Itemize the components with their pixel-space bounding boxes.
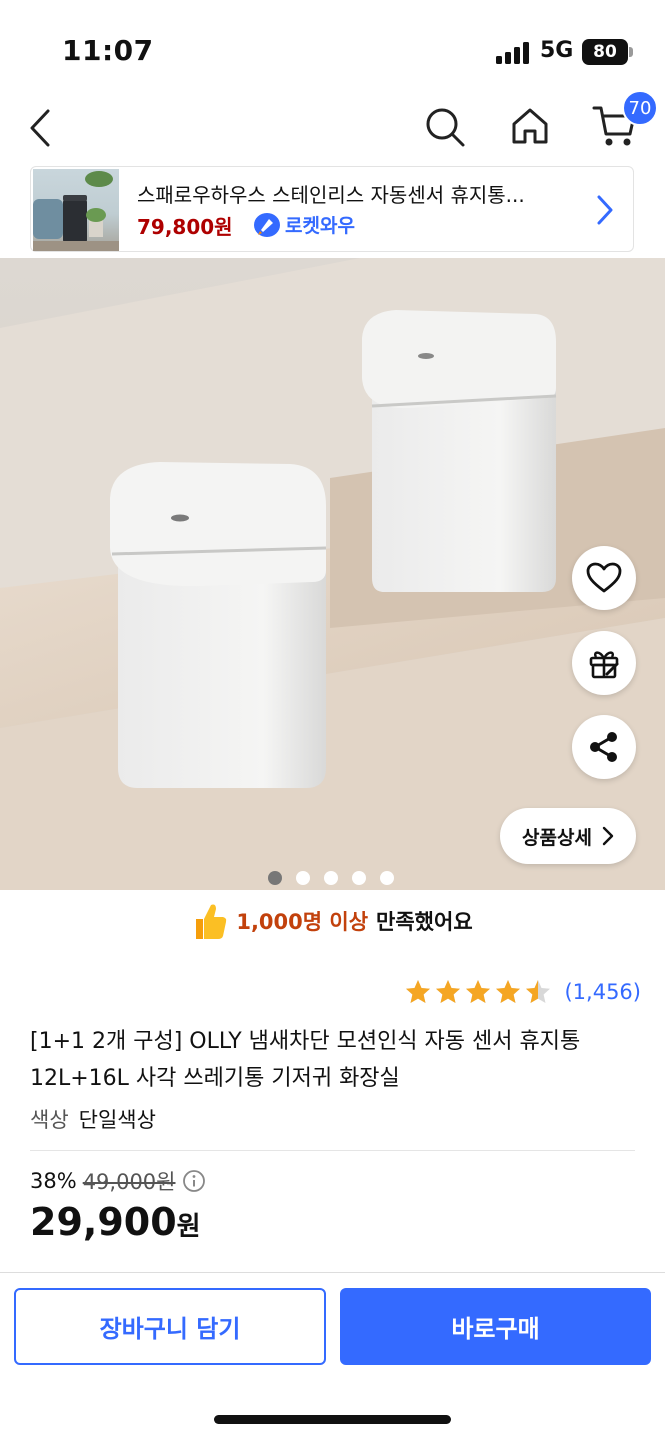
star-icon [436,980,461,1003]
heart-icon [586,562,622,593]
chevron-right-icon [597,195,613,225]
banner-product-thumbnail [33,169,119,251]
bottom-bar-divider [0,1272,665,1273]
option-label: 색상 [30,1108,69,1132]
status-time: 11:07 [62,34,154,67]
home-indicator [214,1415,451,1424]
star-icon [406,980,431,1003]
product-image-carousel[interactable] [0,258,665,890]
carousel-dot[interactable] [352,871,366,885]
battery-level: 80 [593,42,617,62]
star-icon [526,980,551,1003]
sale-price: 29,900원 [30,1200,201,1244]
review-count[interactable]: (1,456) [564,980,641,1004]
satisfaction-banner: 1,000명 이상 만족했어요 [0,898,665,944]
satisfaction-count: 1,000명 이상 [236,910,369,934]
wishlist-button[interactable] [572,546,636,610]
rocket-icon [254,212,280,237]
option-value: 단일색상 [78,1108,156,1132]
cellular-signal-icon [496,42,529,64]
battery-tip [629,47,633,57]
home-icon[interactable] [510,106,550,146]
gift-share-button[interactable] [572,631,636,695]
battery-icon: 80 [582,39,628,65]
product-title: [1+1 2개 구성] OLLY 냄새차단 모션인식 자동 센서 휴지통 12L… [30,1029,581,1091]
rocket-label: 로켓와우 [285,215,355,237]
share-button[interactable] [572,715,636,779]
discount-row: 38% 49,000원 [30,1166,206,1196]
original-price: 49,000원 [82,1170,176,1194]
star-icon [466,980,491,1003]
cart-count-badge: 70 [622,90,658,126]
sale-price-unit: 원 [176,1212,201,1242]
status-bar: 11:07 5G 80 [0,0,665,90]
related-product-banner[interactable]: 스패로우하우스 스테인리스 자동센서 휴지통... 79,800원 로켓와우 [30,166,634,252]
buy-now-button[interactable]: 바로구매 [340,1288,651,1365]
network-type: 5G [540,38,574,63]
discount-rate: 38% [30,1169,77,1193]
top-nav [0,90,665,164]
product-option: 색상 단일색상 [30,1104,156,1134]
satisfaction-text: 만족했어요 [376,910,473,934]
banner-product-price: 79,800원 [137,215,233,239]
info-icon[interactable] [182,1169,206,1193]
sale-price-number: 29,900 [30,1200,177,1244]
product-detail-label: 상품상세 [522,826,592,849]
product-rating[interactable]: (1,456) [404,978,641,1006]
product-photo [0,258,665,890]
product-detail-button[interactable]: 상품상세 [500,808,636,864]
gift-icon [589,651,619,679]
carousel-indicator [268,871,394,885]
star-icon [496,980,521,1003]
share-icon [590,732,617,762]
back-arrow-icon[interactable] [28,108,54,148]
carousel-dot[interactable] [324,871,338,885]
carousel-dot[interactable] [380,871,394,885]
carousel-dot[interactable] [268,871,282,885]
carousel-dot[interactable] [296,871,310,885]
banner-product-title: 스패로우하우스 스테인리스 자동센서 휴지통... [137,183,525,207]
rating-stars [404,978,552,1006]
chevron-right-icon [602,826,614,846]
thumbs-up-icon [196,904,227,939]
divider [30,1150,635,1151]
search-icon[interactable] [424,106,466,148]
add-to-cart-button[interactable]: 장바구니 담기 [14,1288,326,1365]
rocket-wow-badge: 로켓와우 [253,211,355,238]
